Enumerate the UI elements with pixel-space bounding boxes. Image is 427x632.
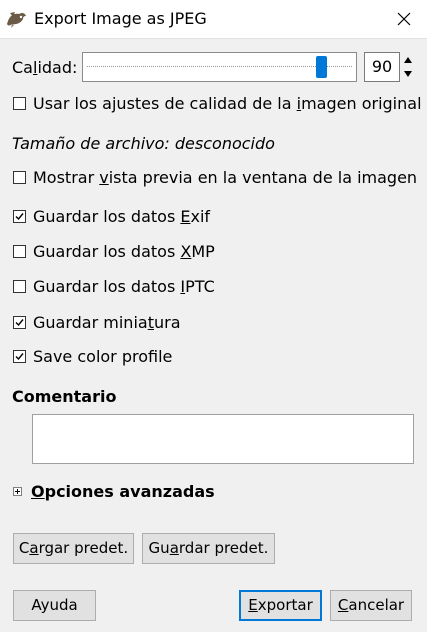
checkmark-icon: [15, 213, 24, 221]
save-exif-checkbox[interactable]: [13, 210, 26, 223]
quality-label: Calidad:: [12, 58, 78, 77]
help-button[interactable]: Ayuda: [13, 590, 96, 621]
save-iptc-checkbox[interactable]: [13, 280, 26, 293]
cancel-button[interactable]: Cancelar: [330, 590, 412, 621]
comment-textarea[interactable]: [32, 414, 414, 464]
window-title: Export Image as JPEG: [34, 9, 207, 28]
use-original-quality-checkbox[interactable]: [13, 97, 26, 110]
quality-slider[interactable]: [82, 52, 357, 82]
stepper-down-icon[interactable]: [402, 68, 414, 80]
save-xmp-checkbox[interactable]: [13, 245, 26, 258]
export-button[interactable]: Exportar: [239, 590, 322, 621]
save-thumbnail-label: Guardar miniatura: [33, 313, 181, 332]
checkmark-icon: [15, 353, 24, 361]
save-color-profile-label: Save color profile: [33, 347, 173, 366]
file-size-info: Tamaño de archivo: desconocido: [12, 134, 275, 153]
save-xmp-label: Guardar los datos XMP: [33, 242, 215, 261]
close-button[interactable]: [381, 0, 427, 38]
close-icon: [397, 12, 411, 26]
save-defaults-button[interactable]: Guardar predet.: [142, 533, 275, 564]
quality-stepper[interactable]: [401, 52, 415, 82]
title-bar: Export Image as JPEG: [0, 0, 427, 39]
comment-heading: Comentario: [12, 387, 117, 406]
quality-spinbox[interactable]: 90: [364, 52, 400, 82]
save-iptc-label: Guardar los datos IPTC: [33, 277, 215, 296]
show-preview-label: Mostrar vista previa en la ventana de la…: [33, 168, 418, 187]
save-thumbnail-checkbox[interactable]: [13, 316, 26, 329]
advanced-options-label: Opciones avanzadas: [31, 482, 215, 501]
show-preview-checkbox[interactable]: [13, 171, 26, 184]
gimp-wilber-icon: [6, 9, 28, 29]
checkmark-icon: [15, 319, 24, 327]
expander-plus-icon[interactable]: [13, 487, 22, 496]
use-original-quality-label: Usar los ajustes de calidad de la imagen…: [33, 94, 422, 113]
export-jpeg-dialog: Export Image as JPEG Calidad: 90 Usar lo…: [0, 0, 427, 632]
save-color-profile-checkbox[interactable]: [13, 350, 26, 363]
slider-track: [87, 66, 352, 67]
save-exif-label: Guardar los datos Exif: [33, 207, 211, 226]
stepper-up-icon[interactable]: [402, 54, 414, 66]
slider-thumb[interactable]: [315, 56, 327, 78]
load-defaults-button[interactable]: Cargar predet.: [13, 533, 134, 564]
